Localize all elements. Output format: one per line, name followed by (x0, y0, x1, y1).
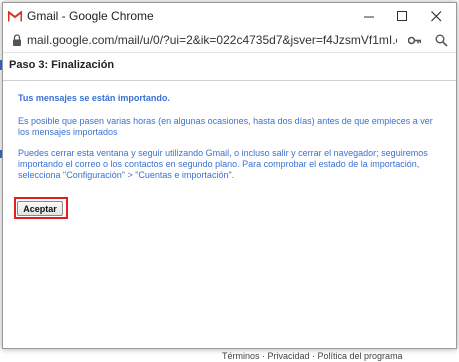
maximize-icon (396, 11, 407, 21)
address-bar[interactable]: mail.google.com/mail/u/0/?ui=2&ik=022c47… (3, 30, 456, 53)
step-title: Paso 3: Finalización (9, 59, 115, 71)
window-title: Gmail - Google Chrome (27, 9, 154, 23)
title-bar[interactable]: Gmail - Google Chrome (3, 3, 456, 30)
maximize-button[interactable] (385, 3, 419, 30)
dialog-content: Tus mensajes se están importando. Es pos… (18, 93, 443, 191)
gmail-logo-icon (8, 11, 22, 22)
import-background-text: Puedes cerrar esta ventana y seguir util… (18, 148, 428, 180)
close-icon (430, 11, 441, 22)
close-button[interactable] (419, 3, 453, 30)
background-footer-links: Términos · Privacidad · Política del pro… (222, 351, 403, 361)
minimize-icon (363, 16, 374, 18)
minimize-button[interactable] (352, 3, 386, 30)
zoom-icon[interactable] (435, 34, 448, 47)
lock-icon[interactable] (12, 34, 22, 47)
accept-button[interactable]: Aceptar (17, 201, 63, 216)
key-icon[interactable] (408, 36, 422, 45)
url-text[interactable]: mail.google.com/mail/u/0/?ui=2&ik=022c47… (27, 33, 397, 47)
chrome-popup-window: Gmail - Google Chrome mail.google.com/ma… (2, 2, 457, 349)
import-duration-text: Es posible que pasen varias horas (en al… (18, 116, 433, 137)
dialog-header: Paso 3: Finalización (3, 53, 456, 81)
import-status-headline: Tus mensajes se están importando. (18, 93, 170, 103)
